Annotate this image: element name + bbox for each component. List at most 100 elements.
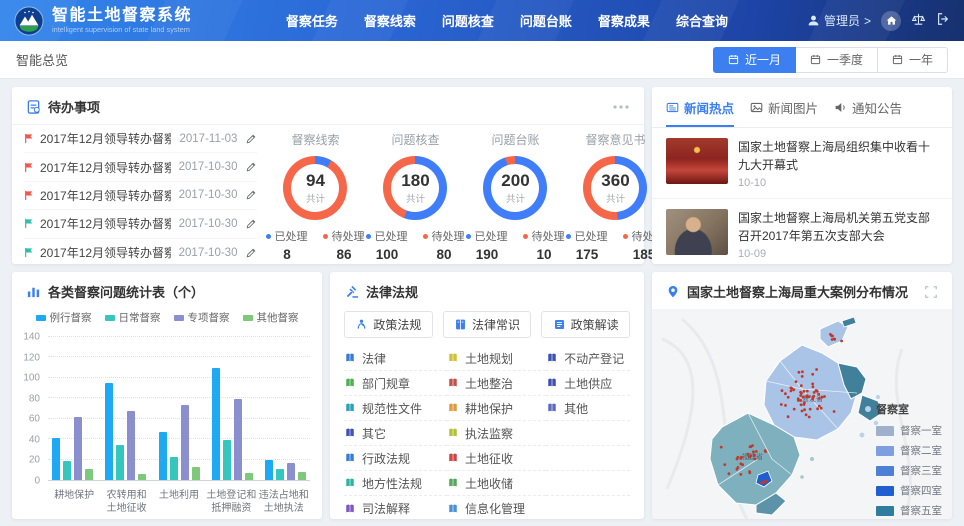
law-link[interactable]: 规范性文件 (344, 396, 447, 421)
book-icon (447, 352, 459, 364)
law-link[interactable]: 地方性法规 (344, 471, 447, 496)
picture-icon (750, 101, 763, 114)
edit-pencil-icon[interactable] (245, 161, 257, 173)
home-icon (886, 15, 897, 26)
case-dot (803, 408, 806, 411)
time-filter-button-1[interactable]: 一季度 (795, 47, 878, 73)
news-tabs: 新闻热点新闻图片通知公告 (652, 87, 952, 128)
bar-例行督察 (105, 383, 113, 480)
nav-item-3[interactable]: 问题台账 (520, 11, 572, 30)
case-dot (818, 405, 821, 408)
law-link[interactable]: 土地收储 (447, 471, 546, 496)
donut-charts: 督察线索 94共计 已处理8 待处理86 问题核查 180共计 已处理100 待… (261, 125, 675, 267)
donut-ring: 360共计 (583, 156, 647, 220)
law-link[interactable]: 其它 (344, 421, 447, 446)
bar-日常督察 (170, 457, 178, 480)
donut-title: 督察线索 (265, 131, 365, 148)
more-icon[interactable] (612, 104, 630, 110)
case-dot (789, 386, 792, 389)
x-label: 耕地保护 (48, 489, 100, 515)
case-dot (809, 408, 812, 411)
chart-title: 各类督察问题统计表（个） (48, 282, 204, 301)
x-label: 土地利用 (153, 489, 205, 515)
law-link[interactable]: 行政法规 (344, 446, 447, 471)
home-button[interactable] (881, 11, 901, 31)
law-buttons: 政策法规法律常识政策解读 (330, 309, 644, 346)
law-link[interactable]: 信息化管理 (447, 496, 546, 521)
edit-pencil-icon[interactable] (245, 247, 257, 259)
legend-item: 日常督察 (105, 310, 161, 325)
case-dot (787, 396, 790, 399)
case-dot (784, 404, 787, 407)
law-link[interactable]: 土地整治 (447, 371, 546, 396)
todo-item[interactable]: 2017年12月领导转办督察线索 2017-11-03 (24, 125, 257, 153)
flag-icon (24, 218, 34, 229)
logout-button[interactable] (936, 12, 950, 29)
law-link[interactable]: 不动产登记 (546, 346, 630, 371)
nav-item-2[interactable]: 问题核查 (442, 11, 494, 30)
nav-item-0[interactable]: 督察任务 (286, 11, 338, 30)
nav-item-4[interactable]: 督察成果 (598, 11, 650, 30)
law-button-icon (454, 318, 467, 331)
law-link[interactable]: 其他 (546, 396, 630, 421)
bar-chart: 020406080100120140 耕地保护农转用和 土地征收土地利用土地登记… (16, 331, 316, 517)
tab-news-pictures[interactable]: 新闻图片 (750, 98, 818, 127)
case-dot (748, 470, 751, 473)
bar-日常督察 (276, 469, 284, 480)
todo-item[interactable]: 2017年12月领导转办督察线索 2017-10-30 (24, 210, 257, 238)
case-dot (811, 373, 814, 376)
donut-chart-3: 督察意见书 360共计 已处理175 待处理185 (565, 129, 665, 267)
policy-interpretation-button[interactable]: 政策解读 (541, 311, 630, 338)
law-link-label: 土地供应 (564, 375, 612, 392)
donut-done: 已处理100 (366, 228, 407, 262)
policy-regulations-button[interactable]: 政策法规 (344, 311, 433, 338)
law-link[interactable]: 执法监察 (447, 421, 546, 446)
panel-map: 国家土地督察上海局重大案例分布情况 (652, 272, 952, 519)
todo-item[interactable]: 2017年12月领导转办督察线索 2017-10-30 (24, 182, 257, 210)
law-link-label: 不动产登记 (564, 350, 624, 367)
book-icon (344, 377, 356, 389)
todo-item-title: 2017年12月领导转办督察线索 (40, 187, 171, 204)
edit-pencil-icon[interactable] (245, 218, 257, 230)
news-item[interactable]: 国家土地督察上海局组织集中收看十九大开幕式 10-10 (652, 128, 952, 199)
nav-item-1[interactable]: 督察线索 (364, 11, 416, 30)
fullscreen-icon[interactable] (924, 285, 938, 299)
edit-pencil-icon[interactable] (245, 133, 257, 145)
nav-item-5[interactable]: 综合查询 (676, 11, 728, 30)
case-dot (800, 403, 803, 406)
logout-icon (936, 12, 950, 26)
time-filter-button-0[interactable]: 近一月 (713, 47, 796, 73)
justice-button[interactable] (911, 12, 926, 30)
speaker-icon (834, 101, 847, 114)
law-link[interactable]: 部门规章 (344, 371, 447, 396)
time-filter-button-2[interactable]: 一年 (877, 47, 948, 73)
case-dot (736, 468, 739, 471)
todo-item-date: 2017-10-30 (179, 218, 238, 230)
tab-notices[interactable]: 通知公告 (834, 98, 902, 127)
user-menu[interactable]: 管理员> (807, 12, 871, 29)
map-area: 浙江省福建省 督察室 督察一室督察二室督察三室督察四室督察五室 (652, 309, 952, 519)
todo-item[interactable]: 2017年12月领导转办督察线索 2017-10-30 (24, 239, 257, 267)
law-link-label: 司法解释 (362, 500, 410, 517)
news-item[interactable]: 国家土地督察上海局机关第五党支部召开2017年第五次支部大会 10-09 (652, 199, 952, 264)
edit-pencil-icon[interactable] (245, 189, 257, 201)
law-link[interactable]: 耕地保护 (447, 396, 546, 421)
law-link[interactable]: 法律 (344, 346, 447, 371)
news-thumbnail (666, 138, 728, 184)
law-link[interactable]: 司法解释 (344, 496, 447, 521)
law-link[interactable]: 土地征收 (447, 446, 546, 471)
book-icon (344, 452, 356, 464)
donut-total-label: 共计 (506, 191, 525, 205)
tab-news-hot[interactable]: 新闻热点 (666, 98, 734, 127)
law-link-label: 土地收储 (465, 475, 513, 492)
book-icon (546, 352, 558, 364)
law-link[interactable]: 土地供应 (546, 371, 630, 396)
todo-item[interactable]: 2017年12月领导转办督察线索 2017-10-30 (24, 153, 257, 181)
donut-title: 问题核查 (365, 131, 465, 148)
legal-knowledge-button[interactable]: 法律常识 (443, 311, 532, 338)
case-dot (797, 399, 800, 402)
law-link[interactable]: 土地规划 (447, 346, 546, 371)
donut-total-label: 共计 (606, 191, 625, 205)
justice-icon (911, 12, 926, 27)
bar-专项督察 (287, 463, 295, 480)
